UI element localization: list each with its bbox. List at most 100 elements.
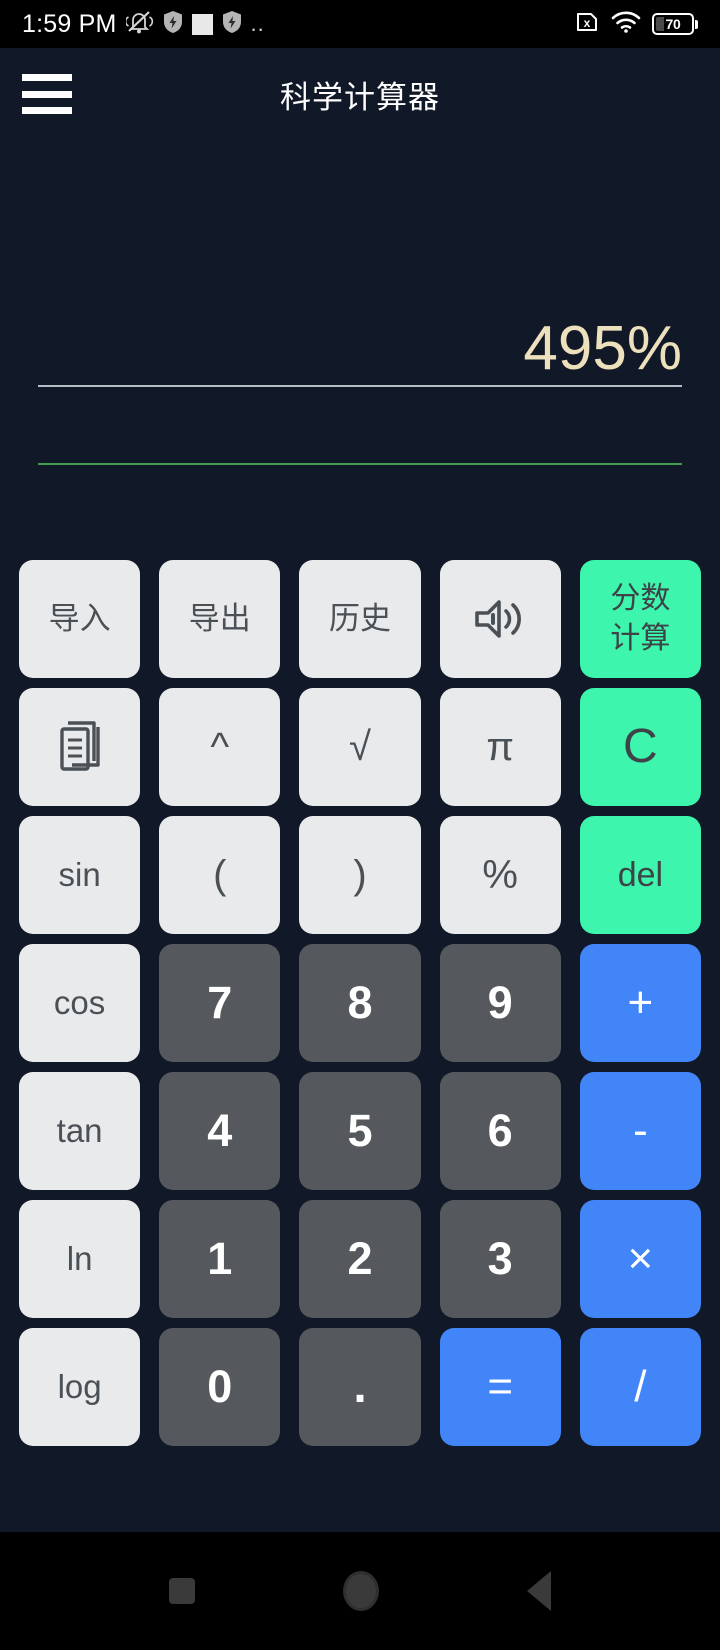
keypad: 导入 导出 历史 分数 计算 ^ √ π Csin ()% del cos 7 8 9 + tan 4 5 6 - ln… xyxy=(0,560,720,1489)
hamburger-bar-1 xyxy=(22,74,72,81)
home-circle-icon[interactable] xyxy=(343,1571,379,1611)
key-equals-label: = xyxy=(487,1362,514,1412)
wifi-icon xyxy=(611,10,641,39)
key-7-label: 7 xyxy=(207,976,233,1028)
bell-muted-icon xyxy=(124,9,154,40)
battery-level: 70 xyxy=(665,16,681,32)
key-4[interactable]: 4 xyxy=(159,1072,281,1190)
key-5-label: 5 xyxy=(347,1104,373,1156)
key-copy[interactable] xyxy=(19,688,141,806)
key-export-label: 导出 xyxy=(188,600,251,636)
key-history[interactable]: 历史 xyxy=(299,560,421,678)
key-plus[interactable]: + xyxy=(579,944,701,1062)
battery-body: 70 xyxy=(652,13,694,35)
key-sqrt-label: √ xyxy=(349,724,371,769)
app-bar: 科学计算器 xyxy=(0,48,720,140)
key-tan[interactable]: tan xyxy=(19,1072,141,1190)
key-divide[interactable]: / xyxy=(579,1328,701,1446)
calculator-display: 495% xyxy=(0,140,720,560)
key-delete[interactable]: del xyxy=(579,816,701,934)
hamburger-bar-3 xyxy=(22,107,72,114)
key-1-label: 1 xyxy=(207,1232,233,1284)
key-paren-open-label: ( xyxy=(213,852,227,897)
battery-cap xyxy=(695,19,698,29)
key-fraction-calc[interactable]: 分数 计算 xyxy=(579,560,701,678)
key-import[interactable]: 导入 xyxy=(19,560,141,678)
calculator-app: 1:59 PM .. x 70 科学计算器 495% 导入 导出 历史 分数 计… xyxy=(0,0,720,1650)
key-4-label: 4 xyxy=(207,1104,233,1156)
key-cos[interactable]: cos xyxy=(19,944,141,1062)
key-ln[interactable]: ln xyxy=(19,1200,141,1318)
key-8[interactable]: 8 xyxy=(299,944,421,1062)
key-export[interactable]: 导出 xyxy=(159,560,281,678)
key-delete-label: del xyxy=(617,855,664,894)
key-pi-label: π xyxy=(486,724,514,769)
status-bar: 1:59 PM .. x 70 xyxy=(0,0,720,48)
key-8-label: 8 xyxy=(347,976,373,1028)
recents-square-icon[interactable] xyxy=(169,1578,195,1604)
keypad-bottom-spacer xyxy=(0,1489,720,1532)
copy-document-icon xyxy=(54,719,106,775)
status-bar-right: x 70 xyxy=(574,9,698,40)
key-2[interactable]: 2 xyxy=(299,1200,421,1318)
key-5[interactable]: 5 xyxy=(299,1072,421,1190)
key-power[interactable]: ^ xyxy=(159,688,281,806)
key-sound[interactable] xyxy=(439,560,561,678)
key-6[interactable]: 6 xyxy=(439,1072,561,1190)
key-0-label: 0 xyxy=(207,1360,233,1412)
more-dots-icon: .. xyxy=(250,11,265,36)
white-square-icon xyxy=(191,13,213,35)
hamburger-menu-icon[interactable] xyxy=(22,74,72,114)
key-paren-close[interactable]: ) xyxy=(299,816,421,934)
key-pi[interactable]: π xyxy=(439,688,561,806)
key-divide-label: / xyxy=(634,1362,647,1412)
back-triangle-icon[interactable] xyxy=(527,1571,551,1611)
key-sin-label: sin xyxy=(58,855,101,893)
key-plus-label: + xyxy=(627,978,654,1028)
shield-bolt-icon xyxy=(163,10,183,39)
shield-bolt-icon-2 xyxy=(222,10,242,39)
key-sin[interactable]: sin xyxy=(19,816,141,934)
key-ln-label: ln xyxy=(66,1239,93,1277)
key-6-label: 6 xyxy=(487,1104,513,1156)
key-0[interactable]: 0 xyxy=(159,1328,281,1446)
key-history-label: 历史 xyxy=(328,600,391,636)
key-import-label: 导入 xyxy=(48,600,111,636)
key-percent[interactable]: % xyxy=(439,816,561,934)
key-3-label: 3 xyxy=(487,1232,513,1284)
key-multiply[interactable]: × xyxy=(579,1200,701,1318)
status-bar-left: 1:59 PM .. xyxy=(22,9,265,40)
key-log-label: log xyxy=(57,1367,102,1405)
key-3[interactable]: 3 xyxy=(439,1200,561,1318)
key-7[interactable]: 7 xyxy=(159,944,281,1062)
key-tan-label: tan xyxy=(56,1111,103,1149)
key-paren-open[interactable]: ( xyxy=(159,816,281,934)
key-9[interactable]: 9 xyxy=(439,944,561,1062)
no-sim-icon: x xyxy=(574,9,600,40)
key-percent-label: % xyxy=(482,852,518,897)
status-time: 1:59 PM xyxy=(22,9,117,38)
key-cos-label: cos xyxy=(53,983,106,1021)
result-field[interactable] xyxy=(38,399,682,465)
key-paren-close-label: ) xyxy=(353,852,367,897)
key-sqrt[interactable]: √ xyxy=(299,688,421,806)
expression-value: 495% xyxy=(523,313,682,383)
key-clear[interactable]: C xyxy=(579,688,701,806)
key-decimal-label: . xyxy=(353,1360,367,1414)
key-fraction-calc-label: 分数 计算 xyxy=(610,581,671,656)
key-1[interactable]: 1 xyxy=(159,1200,281,1318)
page-title: 科学计算器 xyxy=(280,79,440,115)
svg-text:x: x xyxy=(584,16,591,30)
key-decimal[interactable]: . xyxy=(299,1328,421,1446)
key-minus-label: - xyxy=(633,1106,648,1156)
key-power-label: ^ xyxy=(210,724,230,769)
key-equals[interactable]: = xyxy=(439,1328,561,1446)
android-nav-bar xyxy=(0,1532,720,1650)
key-2-label: 2 xyxy=(347,1232,373,1284)
key-log[interactable]: log xyxy=(19,1328,141,1446)
key-minus[interactable]: - xyxy=(579,1072,701,1190)
battery-indicator: 70 xyxy=(652,13,698,35)
key-multiply-label: × xyxy=(627,1234,654,1284)
expression-field[interactable]: 495% xyxy=(38,315,682,387)
speaker-volume-icon xyxy=(472,594,528,644)
